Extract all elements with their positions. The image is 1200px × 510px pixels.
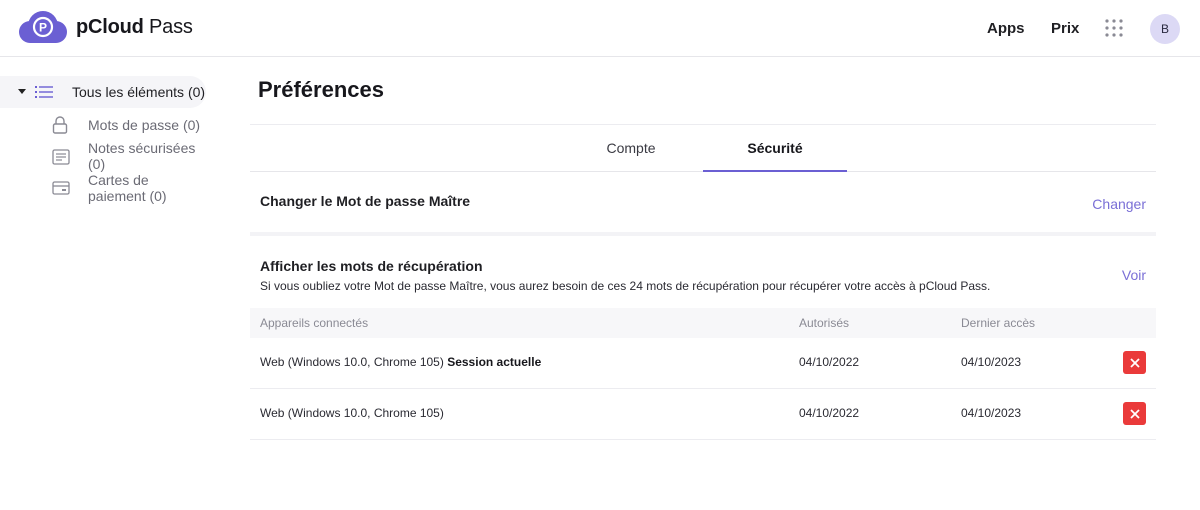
device-name: Web (Windows 10.0, Chrome 105) bbox=[260, 406, 444, 420]
revoke-device-button[interactable] bbox=[1123, 351, 1146, 374]
logo-letter: P bbox=[39, 21, 47, 35]
list-icon bbox=[35, 85, 53, 99]
user-avatar[interactable]: B bbox=[1150, 14, 1180, 44]
lock-icon bbox=[52, 116, 68, 139]
card-icon bbox=[52, 181, 70, 200]
column-header-last-access: Dernier accès bbox=[961, 316, 1036, 330]
authorized-date: 04/10/2022 bbox=[799, 406, 860, 420]
brand-name-regular: Pass bbox=[149, 15, 193, 38]
authorized-date: 04/10/2022 bbox=[799, 355, 860, 369]
device-name: Web (Windows 10.0, Chrome 105) bbox=[260, 355, 444, 369]
change-master-password-row: Changer le Mot de passe Maître Changer bbox=[250, 172, 1156, 236]
sidebar-item-all[interactable]: Tous les éléments (0) bbox=[0, 76, 206, 108]
caret-down-icon[interactable] bbox=[18, 89, 26, 94]
tab-bar: Compte Sécurité bbox=[250, 124, 1156, 172]
tab-account[interactable]: Compte bbox=[559, 125, 703, 172]
recovery-words-row: Afficher les mots de récupération Si vou… bbox=[250, 242, 1156, 308]
nav-price-link[interactable]: Prix bbox=[1051, 20, 1079, 37]
apps-grid-icon[interactable] bbox=[1104, 18, 1124, 38]
table-header: Appareils connectés Autorisés Dernier ac… bbox=[250, 308, 1156, 338]
sidebar-item-cards-label: Cartes de paiement (0) bbox=[88, 172, 167, 204]
brand-name-bold: pCloud bbox=[76, 15, 144, 38]
sidebar-item-passwords[interactable]: Mots de passe (0) bbox=[0, 116, 210, 140]
current-session-label: Session actuelle bbox=[447, 355, 542, 369]
change-master-password-link[interactable]: Changer bbox=[1092, 196, 1146, 212]
view-recovery-words-link[interactable]: Voir bbox=[1122, 267, 1146, 283]
column-header-authorized: Autorisés bbox=[799, 316, 850, 330]
note-icon bbox=[52, 149, 70, 170]
recovery-words-description: Si vous oubliez votre Mot de passe Maîtr… bbox=[260, 279, 991, 293]
last-access-date: 04/10/2023 bbox=[961, 355, 1022, 369]
sidebar-item-notes-label: Notes sécurisées (0) bbox=[88, 140, 196, 172]
revoke-device-button[interactable] bbox=[1123, 402, 1146, 425]
close-icon bbox=[1129, 408, 1140, 419]
table-row: Web (Windows 10.0, Chrome 105) Session a… bbox=[250, 338, 1156, 389]
last-access-date: 04/10/2023 bbox=[961, 406, 1022, 420]
close-icon bbox=[1129, 357, 1140, 368]
pcloud-logo-icon: P bbox=[18, 10, 68, 44]
sidebar-item-all-label: Tous les éléments (0) bbox=[72, 84, 206, 100]
recovery-words-title: Afficher les mots de récupération bbox=[260, 258, 483, 274]
page-title: Préférences bbox=[258, 77, 384, 102]
sidebar-item-notes[interactable]: Notes sécurisées (0) bbox=[0, 140, 210, 172]
device-cell: Web (Windows 10.0, Chrome 105) Session a… bbox=[260, 355, 541, 369]
brand-name: pCloud Pass bbox=[76, 16, 193, 39]
sidebar-item-cards[interactable]: Cartes de paiement (0) bbox=[0, 172, 210, 204]
table-row: Web (Windows 10.0, Chrome 105) 04/10/202… bbox=[250, 389, 1156, 440]
change-master-password-title: Changer le Mot de passe Maître bbox=[260, 193, 471, 209]
tab-security[interactable]: Sécurité bbox=[703, 125, 847, 172]
brand-logo[interactable]: P pCloud Pass bbox=[18, 10, 193, 44]
column-header-devices: Appareils connectés bbox=[260, 316, 369, 330]
top-header: P pCloud Pass Apps Prix B bbox=[0, 0, 1200, 57]
nav-apps-link[interactable]: Apps bbox=[987, 20, 1025, 37]
sidebar-item-passwords-label: Mots de passe (0) bbox=[88, 117, 201, 133]
